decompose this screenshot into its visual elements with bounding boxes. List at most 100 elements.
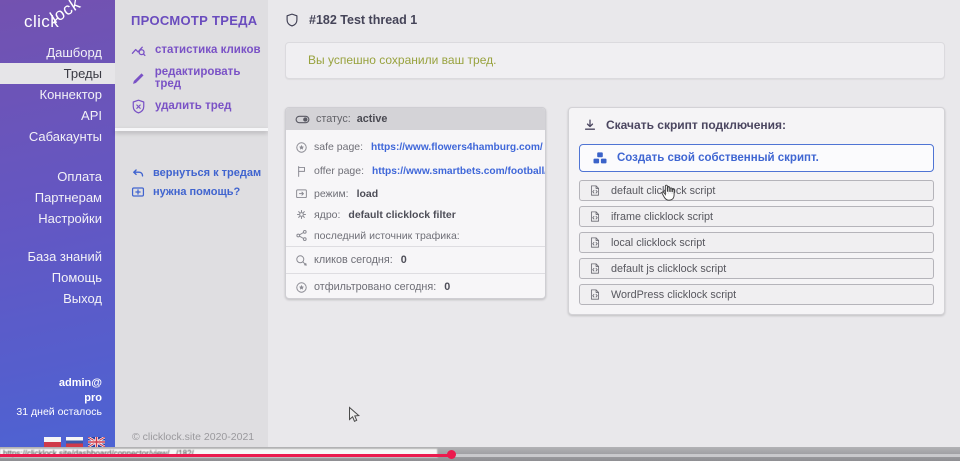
row-label: последний источник трафика: xyxy=(314,230,460,242)
clicklock-logo: clicklock xyxy=(0,12,115,32)
filtered-today-row: отфильтровано сегодня: 0 xyxy=(286,273,545,299)
help-plus-icon xyxy=(131,185,145,199)
badge-star-icon xyxy=(295,281,308,294)
sidebar-item-logout[interactable]: Выход xyxy=(0,288,115,309)
wordpress-clicklock-script-button[interactable]: WordPress clicklock script xyxy=(579,284,934,305)
edit-icon xyxy=(131,71,146,86)
russia-flag[interactable] xyxy=(66,437,83,447)
filtered-today-value: 0 xyxy=(444,281,450,293)
file-code-icon xyxy=(589,288,601,301)
main-content: #182 Test thread 1 Вы успешно сохранили … xyxy=(268,0,960,447)
back-to-threads-link[interactable]: вернуться к тредам xyxy=(115,163,268,182)
page-title: #182 Test thread 1 xyxy=(309,13,417,27)
toggle-icon xyxy=(295,112,310,127)
row-label: safe page: xyxy=(314,141,363,153)
cubes-icon xyxy=(592,150,608,166)
account-info: admin@ pro 31 дней осталось xyxy=(0,376,115,420)
button-label: Создать свой собственный скрипт. xyxy=(617,152,819,164)
gear-icon xyxy=(295,208,308,221)
thread-header: #182 Test thread 1 xyxy=(285,12,417,28)
button-label: local clicklock script xyxy=(611,237,705,249)
account-email: admin@ xyxy=(0,376,102,391)
flag-icon xyxy=(295,165,308,178)
mode-icon xyxy=(295,187,308,200)
need-help-link[interactable]: нужна помощь? xyxy=(115,182,268,201)
offer-page-row: offer page: https://www.smartbets.com/fo… xyxy=(286,159,545,183)
button-label: WordPress clicklock script xyxy=(611,289,736,301)
sidebar-item-dashboard[interactable]: Дашборд xyxy=(0,42,115,63)
thread-edit-link[interactable]: редактировать тред xyxy=(115,64,268,92)
button-label: default clicklock script xyxy=(611,185,715,197)
copyright-footer: © clicklock.site 2020-2021 xyxy=(132,431,254,443)
button-label: default js clicklock script xyxy=(611,263,726,275)
sidebar-item-partners[interactable]: Партнерам xyxy=(0,187,115,208)
delete-shield-icon xyxy=(131,99,146,114)
local-clicklock-script-button[interactable]: local clicklock script xyxy=(579,232,934,253)
row-label: ядро: xyxy=(314,209,340,221)
status-header-row: статус: active xyxy=(286,108,545,130)
row-label: отфильтровано сегодня: xyxy=(314,281,436,293)
core-row: ядро: default clicklock filter xyxy=(286,204,545,225)
click-icon xyxy=(295,254,308,267)
badge-star-icon xyxy=(295,141,308,154)
mode-row: режим: load xyxy=(286,183,545,204)
core-value: default clicklock filter xyxy=(348,209,455,221)
action-label: редактировать тред xyxy=(155,66,268,90)
player-progress-played xyxy=(0,454,451,457)
status-label: статус: xyxy=(316,113,351,125)
default-clicklock-script-button[interactable]: default clicklock script xyxy=(579,180,934,201)
player-scrubber-knob[interactable] xyxy=(447,450,456,459)
thread-status-card: статус: active safe page: https://www.fl… xyxy=(285,107,546,299)
file-code-icon xyxy=(589,236,601,249)
language-switcher xyxy=(44,437,105,447)
sidebar-item-knowledge-base[interactable]: База знаний xyxy=(0,246,115,267)
thread-menu-panel: ПРОСМОТР ТРЕДА статистика кликов редакти… xyxy=(115,0,268,447)
offer-page-link[interactable]: https://www.smartbets.com/football/tea..… xyxy=(372,166,545,177)
sidebar-item-api[interactable]: API xyxy=(0,105,115,126)
scripts-card-title: Скачать скрипт подключения: xyxy=(606,118,786,132)
link-label: вернуться к тредам xyxy=(153,167,261,179)
sidebar: clicklock Дашборд Треды Коннектор API Са… xyxy=(0,0,115,447)
clicks-today-row: кликов сегодня: 0 xyxy=(286,246,545,273)
download-scripts-card: Скачать скрипт подключения: Создать свой… xyxy=(568,107,945,315)
account-days-left: 31 дней осталось xyxy=(0,405,102,420)
row-label: offer page: xyxy=(314,165,364,177)
safe-page-row: safe page: https://www.flowers4hamburg.c… xyxy=(286,135,545,159)
stats-icon xyxy=(131,43,146,58)
download-icon xyxy=(583,118,597,132)
default-js-clicklock-script-button[interactable]: default js clicklock script xyxy=(579,258,934,279)
thread-stats-link[interactable]: статистика кликов xyxy=(115,36,268,64)
safe-page-link[interactable]: https://www.flowers4hamburg.com/ xyxy=(371,142,543,153)
status-card-body: safe page: https://www.flowers4hamburg.c… xyxy=(286,130,545,246)
thread-menu-actions: статистика кликов редактировать тред уда… xyxy=(115,36,268,120)
last-traffic-source-row: последний источник трафика: xyxy=(286,225,545,246)
sidebar-item-help[interactable]: Помощь xyxy=(0,267,115,288)
sidebar-nav: Дашборд Треды Коннектор API Сабакаунты О… xyxy=(0,42,115,309)
thread-delete-link[interactable]: удалить тред xyxy=(115,92,268,120)
thread-menu-links: вернуться к тредам нужна помощь? xyxy=(115,163,268,201)
clicklock-app: clicklock Дашборд Треды Коннектор API Са… xyxy=(0,0,960,461)
account-plan: pro xyxy=(0,391,102,406)
success-alert: Вы успешно сохранили ваш тред. xyxy=(285,42,945,79)
thread-menu-title: ПРОСМОТР ТРЕДА xyxy=(131,13,257,28)
menu-divider xyxy=(115,128,268,131)
sidebar-item-connector[interactable]: Коннектор xyxy=(0,84,115,105)
mode-value: load xyxy=(357,188,379,200)
video-player-bar: https://clicklock.site/dashboard/connect… xyxy=(0,447,960,461)
share-icon xyxy=(295,229,308,242)
file-code-icon xyxy=(589,184,601,197)
row-label: кликов сегодня: xyxy=(314,254,393,266)
scripts-card-header: Скачать скрипт подключения: xyxy=(583,116,934,134)
uk-flag[interactable] xyxy=(88,437,105,447)
poland-flag[interactable] xyxy=(44,437,61,447)
create-custom-script-button[interactable]: Создать свой собственный скрипт. xyxy=(579,144,934,172)
sidebar-item-subaccounts[interactable]: Сабакаунты xyxy=(0,126,115,147)
sidebar-item-payment[interactable]: Оплата xyxy=(0,166,115,187)
sidebar-item-settings[interactable]: Настройки xyxy=(0,208,115,229)
row-label: режим: xyxy=(314,188,349,200)
sidebar-item-threads[interactable]: Треды xyxy=(0,63,115,84)
link-label: нужна помощь? xyxy=(153,186,240,198)
file-code-icon xyxy=(589,262,601,275)
action-label: удалить тред xyxy=(155,100,231,112)
iframe-clicklock-script-button[interactable]: iframe clicklock script xyxy=(579,206,934,227)
